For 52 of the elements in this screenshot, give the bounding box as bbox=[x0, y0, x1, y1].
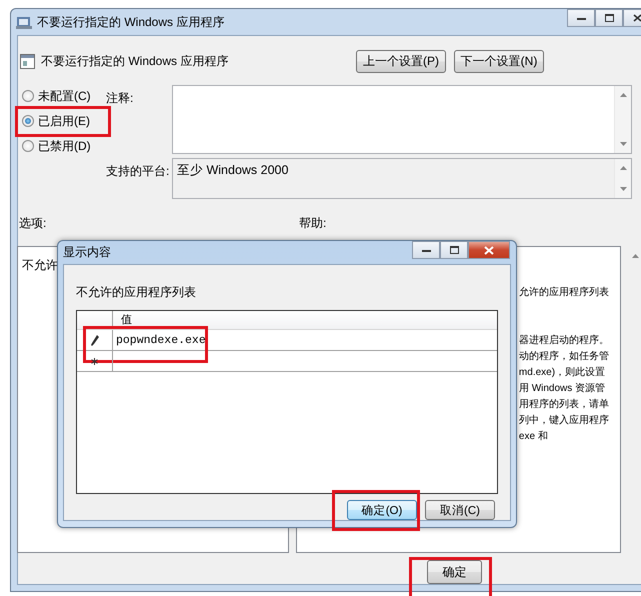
minimize-icon bbox=[576, 16, 586, 20]
help-text-line: 列中，键入应用程序 bbox=[518, 414, 609, 428]
column-header: 值 bbox=[120, 313, 133, 328]
computer-icon bbox=[16, 15, 32, 29]
maximize-icon bbox=[450, 246, 458, 254]
ok-button[interactable]: 确定(O) bbox=[347, 500, 417, 520]
setting-nav-button[interactable]: 上一个设置(P) bbox=[356, 50, 446, 72]
help-text-line: md.exe)，则此设置 bbox=[518, 366, 606, 380]
minimize-button[interactable] bbox=[567, 9, 595, 27]
scroll-down-icon bbox=[620, 187, 626, 191]
asterisk-icon bbox=[91, 358, 98, 364]
platform-field: 至少 Windows 2000 bbox=[172, 158, 632, 199]
radio-option[interactable]: 已禁用(D) bbox=[22, 138, 91, 154]
policy-icon bbox=[20, 54, 35, 68]
maximize-icon bbox=[604, 14, 614, 22]
close-icon bbox=[632, 14, 641, 22]
scroll-up-icon bbox=[620, 166, 626, 170]
policy-name: 不要运行指定的 Windows 应用程序 bbox=[41, 52, 228, 70]
scroll-up-icon bbox=[632, 254, 639, 258]
radio-button[interactable] bbox=[22, 90, 34, 102]
help-text-line: 用 Windows 资源管 bbox=[518, 382, 606, 396]
help-text-line: exe 和 bbox=[518, 430, 548, 444]
setting-nav-button[interactable]: 下一个设置(N) bbox=[454, 50, 544, 72]
cancel-button[interactable]: 取消(C) bbox=[425, 500, 495, 520]
radio-button[interactable] bbox=[22, 140, 34, 152]
scroll-up-icon bbox=[620, 93, 626, 97]
maximize-button[interactable] bbox=[440, 241, 468, 259]
options-label: 选项: bbox=[19, 215, 48, 232]
options-text: 不允许 bbox=[22, 258, 58, 272]
dialog-title: 显示内容 bbox=[63, 244, 111, 261]
help-text-line: 允许的应用程序列表 bbox=[518, 286, 609, 300]
minimize-button[interactable] bbox=[412, 241, 440, 259]
pencil-icon bbox=[90, 334, 98, 346]
help-text-line: 器进程启动的程序。 bbox=[518, 334, 609, 348]
help-text-line: 用程序的列表，请单 bbox=[518, 398, 609, 412]
help-text-line: 动的程序，如任务管 bbox=[518, 350, 609, 364]
radio-option[interactable]: 未配置(C) bbox=[22, 88, 91, 104]
comment-field[interactable] bbox=[172, 85, 632, 154]
ok-button[interactable]: 确定 bbox=[427, 560, 482, 584]
comment-label: 注释: bbox=[106, 90, 134, 107]
radio-button[interactable] bbox=[22, 115, 34, 127]
radio-option[interactable]: 已启用(E) bbox=[22, 113, 90, 129]
window-title: 不要运行指定的 Windows 应用程序 bbox=[37, 14, 224, 30]
maximize-button[interactable] bbox=[595, 9, 623, 27]
close-button[interactable] bbox=[468, 241, 510, 259]
help-label: 帮助: bbox=[299, 215, 326, 232]
minimize-icon bbox=[422, 248, 430, 252]
value-text: popwndexe.exe bbox=[116, 334, 206, 346]
list-label: 不允许的应用程序列表 bbox=[76, 284, 197, 301]
close-icon bbox=[484, 246, 494, 254]
platform-label: 支持的平台: bbox=[106, 163, 170, 180]
scroll-down-icon bbox=[620, 142, 626, 146]
